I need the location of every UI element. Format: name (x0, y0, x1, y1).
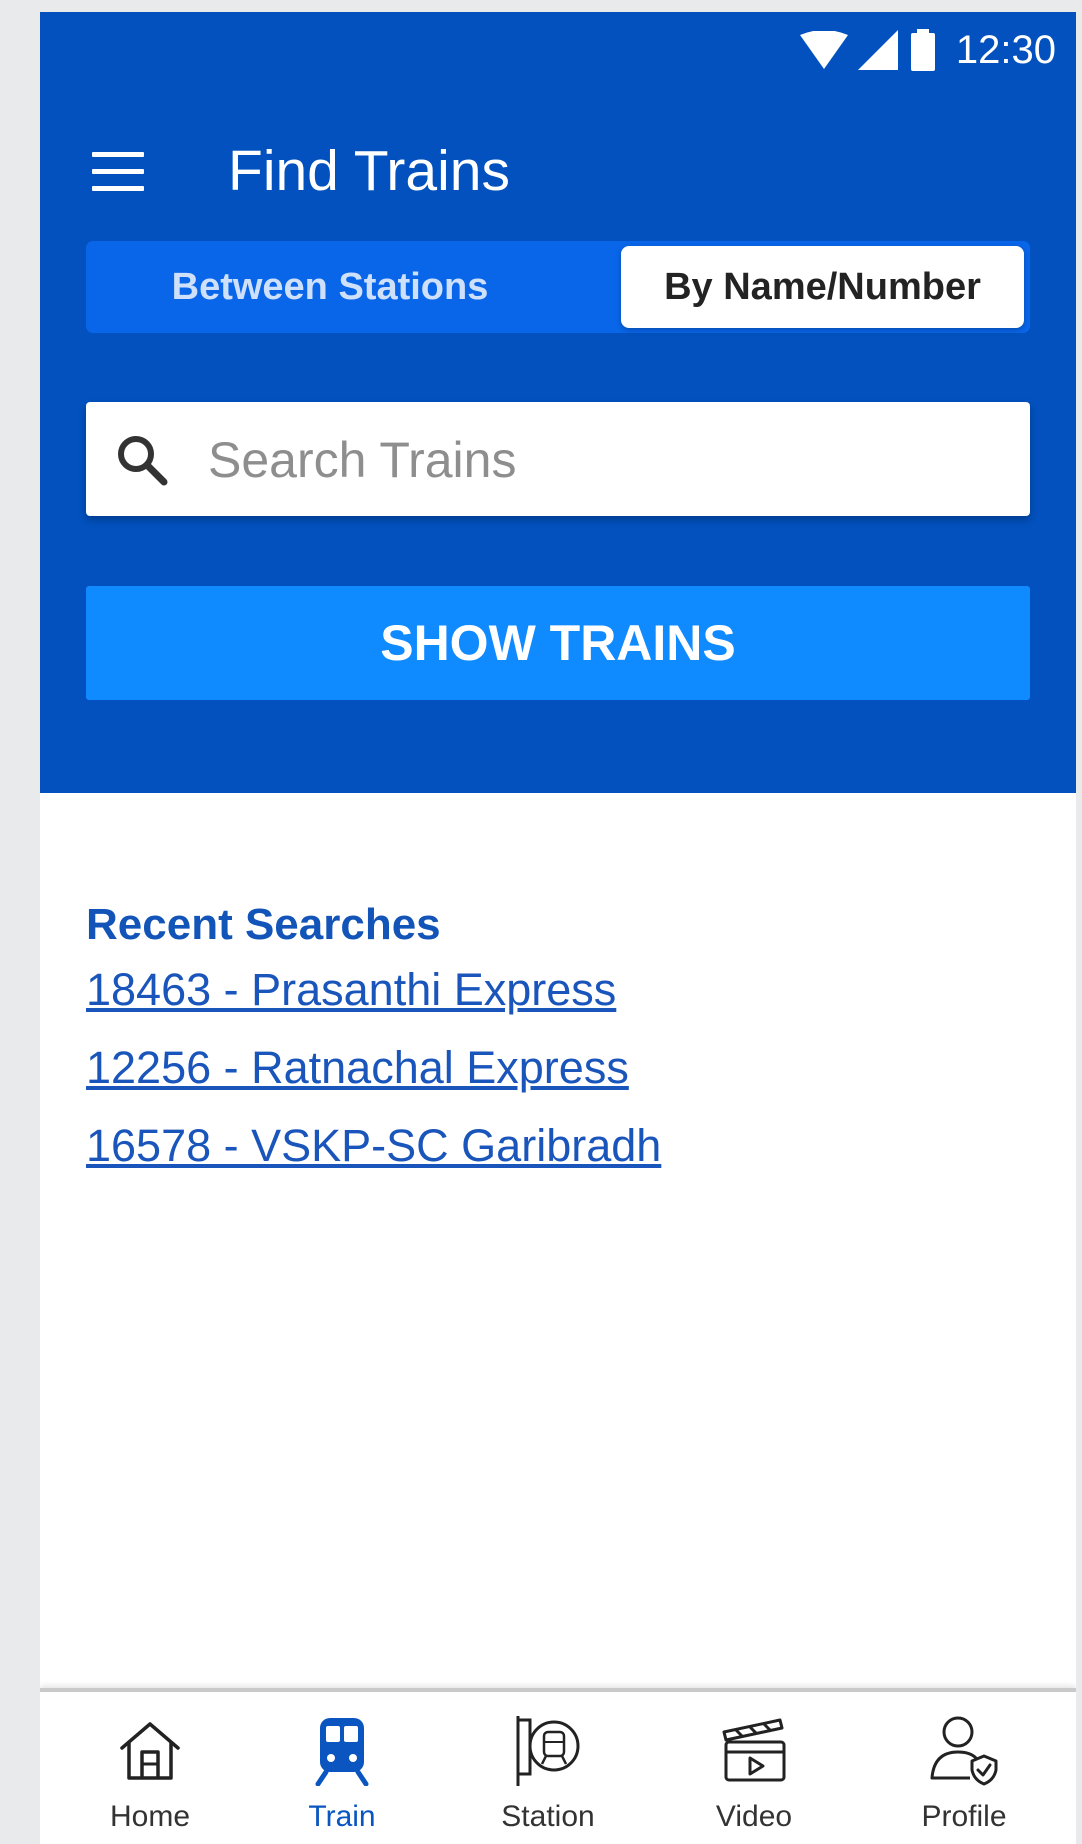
battery-icon (910, 29, 935, 71)
video-icon (722, 1718, 786, 1782)
recent-search-link[interactable]: 16578 - VSKP-SC Garibradh (86, 1120, 661, 1172)
nav-label: Profile (921, 1800, 1007, 1833)
bottom-nav: Home Train Station Video Profile (40, 1688, 1076, 1844)
nav-item-home[interactable]: Home (60, 1692, 240, 1844)
recent-searches: Recent Searches 18463 - Prasanthi Expres… (86, 900, 661, 1198)
search-input[interactable] (206, 402, 1010, 518)
search-box (86, 402, 1030, 518)
toolbar: Find Trains (40, 128, 1076, 218)
status-bar: 12:30 (799, 24, 1056, 76)
nav-label: Video (715, 1800, 793, 1833)
recent-search-link[interactable]: 12256 - Ratnachal Express (86, 1042, 661, 1094)
cellular-signal-icon (857, 30, 898, 70)
nav-item-station[interactable]: Station (458, 1692, 638, 1844)
menu-icon[interactable] (92, 152, 148, 192)
tab-by-name-number[interactable]: By Name/Number (621, 246, 1024, 328)
nav-label: Station (501, 1800, 595, 1833)
app-screen: 12:30 Find Trains Between Stations By Na… (40, 12, 1076, 1844)
show-trains-button[interactable]: SHOW TRAINS (86, 586, 1030, 700)
nav-item-profile[interactable]: Profile (874, 1692, 1054, 1844)
tab-between-stations[interactable]: Between Stations (86, 241, 574, 333)
recent-searches-title: Recent Searches (86, 900, 441, 949)
nav-label: Home (109, 1800, 191, 1833)
search-mode-toggle: Between Stations By Name/Number (86, 241, 1030, 333)
page-title: Find Trains (228, 139, 510, 203)
wifi-icon (799, 31, 848, 69)
header: 12:30 Find Trains Between Stations By Na… (40, 12, 1076, 793)
status-time: 12:30 (955, 27, 1056, 72)
nav-item-train[interactable]: Train (252, 1692, 432, 1844)
nav-item-video[interactable]: Video (664, 1692, 844, 1844)
nav-label: Train (308, 1800, 376, 1833)
train-icon (315, 1718, 369, 1786)
profile-icon (930, 1716, 998, 1786)
home-icon (120, 1722, 180, 1780)
station-icon (516, 1716, 580, 1786)
search-icon (118, 436, 168, 486)
recent-search-link[interactable]: 18463 - Prasanthi Express (86, 964, 661, 1016)
